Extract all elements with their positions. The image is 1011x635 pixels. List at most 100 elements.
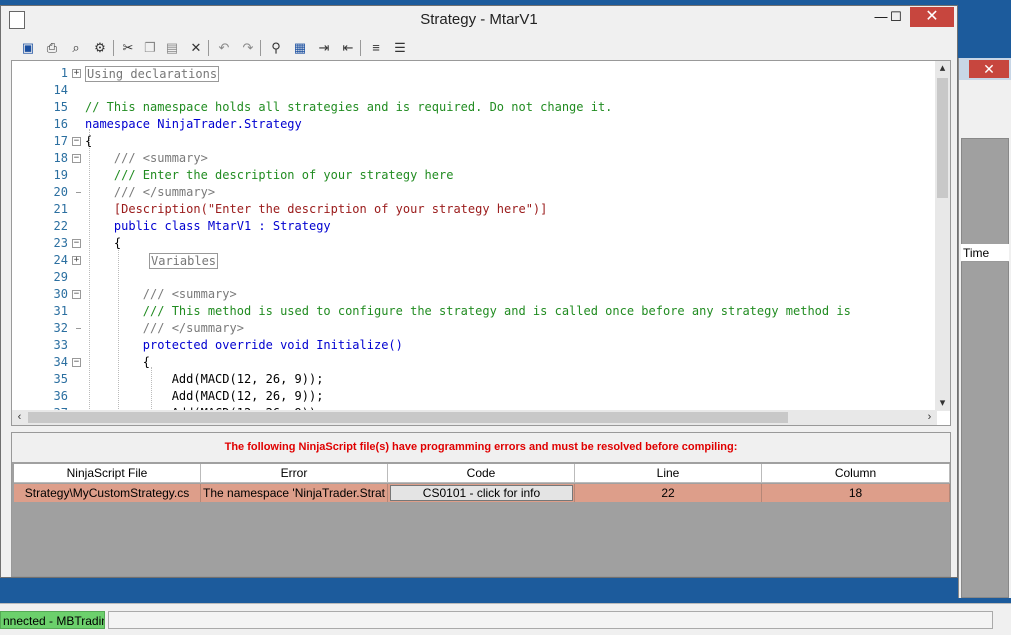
paste-icon[interactable]: ▤ (163, 39, 181, 57)
column-header-code[interactable]: Code (388, 464, 575, 483)
collapse-icon[interactable]: − (72, 358, 81, 367)
scroll-down-icon[interactable]: ▾ (935, 396, 950, 411)
vertical-scrollbar[interactable]: ▴ ▾ (935, 61, 950, 411)
toolbar-separator (113, 40, 114, 56)
toolbar: ▣ ⎙ ⌕ ⚙ ✂ ❐ ▤ ✕ ↶ ↷ ⚲ ▦ ⇥ ⇤ ≡ ☰ (9, 37, 949, 59)
window-title: Strategy - MtarV1 (420, 11, 538, 28)
maximize-button[interactable]: ☐ (882, 7, 910, 27)
collapsed-region-label: Variables (151, 254, 217, 268)
line-number: 20 (53, 185, 68, 199)
collapse-icon[interactable]: − (72, 154, 81, 163)
code-text: /// <summary> (85, 287, 237, 301)
background-close-button[interactable]: ✕ (969, 60, 1009, 78)
column-header-column[interactable]: Column (762, 464, 950, 483)
code-line[interactable]: 30− /// <summary> (12, 286, 937, 303)
cut-icon[interactable]: ✂ (119, 39, 137, 57)
code-line[interactable]: 21 [Description("Enter the description o… (12, 201, 937, 218)
close-button[interactable]: ✕ (910, 7, 954, 27)
code-line[interactable]: 35 Add(MACD(12, 26, 9)); (12, 371, 937, 388)
code-line[interactable]: 32 /// </summary> (12, 320, 937, 337)
collapse-icon[interactable]: − (72, 239, 81, 248)
code-line[interactable]: 36 Add(MACD(12, 26, 9)); (12, 388, 937, 405)
code-lines[interactable]: 1 + Using declarations 14 15 // This namespac… (12, 61, 937, 411)
horizontal-scroll-thumb[interactable] (28, 412, 788, 423)
find-replace-icon[interactable]: ▦ (291, 39, 309, 57)
code-line[interactable]: 33 protected override void Initialize() (12, 337, 937, 354)
background-titlebar: ✕ (959, 58, 1011, 80)
cell-error[interactable]: The namespace 'NinjaTrader.Strat (201, 484, 388, 502)
background-column-header[interactable]: Time (961, 244, 1009, 262)
expand-icon[interactable]: + (72, 69, 81, 78)
collapse-icon[interactable]: − (72, 137, 81, 146)
code-line[interactable]: 18− /// <summary> (12, 150, 937, 167)
status-bar: nnected - MBTrading (0, 603, 1011, 635)
code-line[interactable]: 16 namespace NinjaTrader.Strategy (12, 116, 937, 133)
indent-icon[interactable]: ⇥ (315, 39, 333, 57)
code-line[interactable]: 29 (12, 269, 937, 286)
find-icon[interactable]: ⚲ (267, 39, 285, 57)
scroll-left-icon[interactable]: ‹ (12, 410, 27, 425)
line-number: 18 (53, 151, 68, 165)
horizontal-scrollbar[interactable]: ‹ › (12, 410, 937, 425)
code-line[interactable]: 14 (12, 82, 937, 99)
code-line[interactable]: 19 /// Enter the description of your str… (12, 167, 937, 184)
save-icon[interactable]: ▣ (19, 39, 37, 57)
title-bar[interactable]: Strategy - MtarV1 — ☐ ✕ (1, 6, 957, 34)
line-number: 32 (53, 321, 68, 335)
code-line[interactable]: 1 + Using declarations (12, 65, 937, 82)
column-header-error[interactable]: Error (201, 464, 388, 483)
line-number: 30 (53, 287, 68, 301)
line-number: 19 (53, 168, 68, 182)
cell-column[interactable]: 18 (762, 484, 950, 502)
cell-file[interactable]: Strategy\MyCustomStrategy.cs (14, 484, 201, 502)
redo-icon[interactable]: ↷ (239, 39, 257, 57)
code-text: public class MtarV1 : Strategy (85, 219, 331, 233)
line-number: 15 (53, 100, 68, 114)
error-info-button[interactable]: CS0101 - click for info (390, 485, 573, 501)
code-line[interactable]: 34− { (12, 354, 937, 371)
cell-line[interactable]: 22 (575, 484, 762, 502)
vertical-scroll-thumb[interactable] (937, 78, 948, 198)
page-setup-icon[interactable]: ⚙ (91, 39, 109, 57)
code-line[interactable]: 20 /// </summary> (12, 184, 937, 201)
line-number: 36 (53, 389, 68, 403)
collapsed-region[interactable]: Variables (149, 253, 219, 269)
scroll-up-icon[interactable]: ▴ (935, 61, 950, 76)
print-preview-icon[interactable]: ⌕ (67, 39, 85, 57)
scroll-right-icon[interactable]: › (922, 410, 937, 425)
code-text: /// Enter the description of your strate… (85, 168, 454, 182)
code-line[interactable]: 24 + Variables (12, 252, 937, 269)
code-text: protected override void Initialize() (85, 338, 403, 352)
code-text: /// </summary> (85, 321, 244, 335)
code-line[interactable]: 15 // This namespace holds all strategies… (12, 99, 937, 116)
outdent-icon[interactable]: ⇤ (339, 39, 357, 57)
code-text: /// </summary> (85, 185, 216, 199)
delete-icon[interactable]: ✕ (187, 39, 205, 57)
code-line[interactable]: 23− { (12, 235, 937, 252)
connection-status: nnected - MBTrading (0, 611, 105, 629)
code-line[interactable]: 31 /// This method is used to configure … (12, 303, 937, 320)
toolbar-separator (360, 40, 361, 56)
print-icon[interactable]: ⎙ (43, 39, 61, 57)
collapsed-region[interactable]: Using declarations (85, 66, 220, 82)
comment-icon[interactable]: ≡ (367, 39, 385, 57)
status-bar-field (108, 611, 993, 629)
collapse-icon[interactable]: − (72, 290, 81, 299)
column-header-line[interactable]: Line (575, 464, 762, 483)
uncomment-icon[interactable]: ☰ (391, 39, 409, 57)
code-line[interactable]: 17−{ (12, 133, 937, 150)
fold-end-marker (76, 192, 81, 193)
line-number: 23 (53, 236, 68, 250)
code-editor[interactable]: 1 + Using declarations 14 15 // This namespac… (11, 60, 951, 426)
undo-icon[interactable]: ↶ (215, 39, 233, 57)
code-text: Add(MACD(12, 26, 9)); (85, 389, 324, 403)
column-header-file[interactable]: NinjaScript File (14, 464, 201, 483)
copy-icon[interactable]: ❐ (141, 39, 159, 57)
line-number: 35 (53, 372, 68, 386)
collapsed-region-label: Using declarations (87, 67, 218, 81)
code-line[interactable]: 22 public class MtarV1 : Strategy (12, 218, 937, 235)
line-number: 33 (53, 338, 68, 352)
expand-icon[interactable]: + (72, 256, 81, 265)
background-panel (961, 138, 1009, 598)
code-text: { (85, 355, 151, 369)
